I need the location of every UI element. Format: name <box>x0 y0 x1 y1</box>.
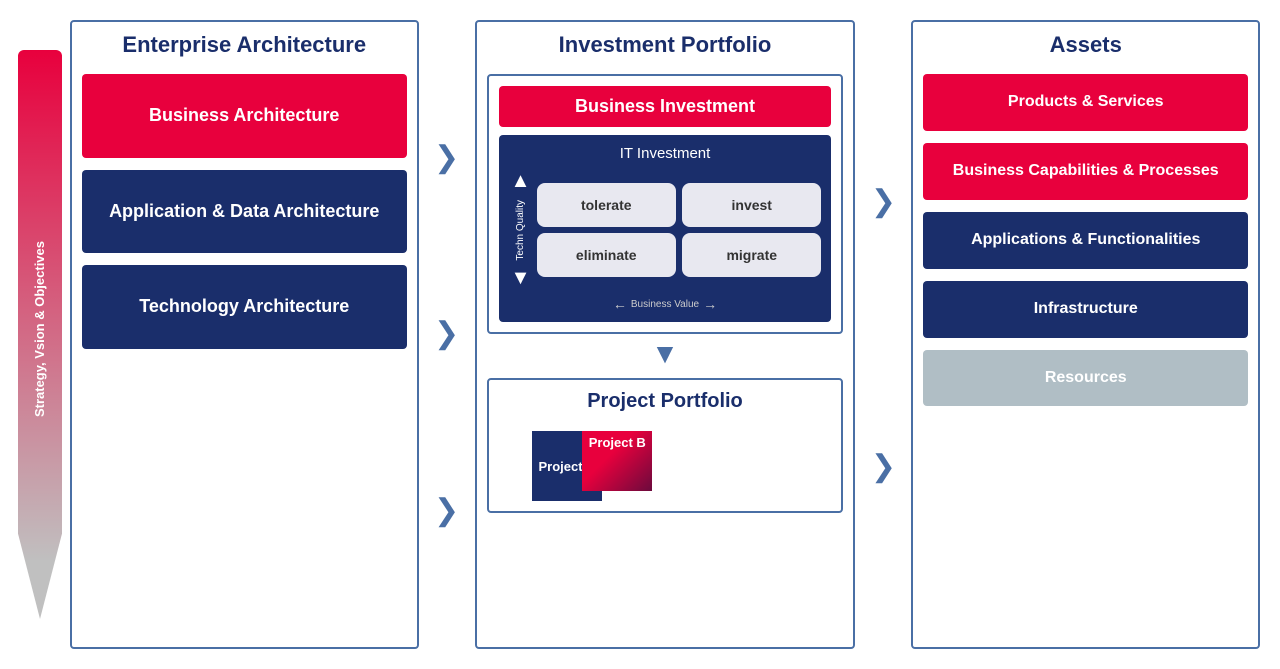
vertical-arrow-label: ▲ Techn Quality ▼ <box>509 170 533 290</box>
business-investment-bar: Business Investment <box>499 86 832 127</box>
arrow-ea-to-ip-mid: ❯ <box>434 319 459 349</box>
quadrant-area: ▲ Techn Quality ▼ tolerate invest elimin… <box>509 170 822 290</box>
assets-title: Assets <box>1050 32 1122 58</box>
investment-top-box: Business Investment IT Investment ▲ Tech… <box>487 74 844 334</box>
mid-down-arrow: ▼ <box>487 338 844 370</box>
assets-column: Assets Products & Services Business Capa… <box>911 20 1260 649</box>
bv-text: Business Value <box>631 299 699 310</box>
arrow-ip-to-assets-bot: ❯ <box>871 452 896 482</box>
technology-architecture-box: Technology Architecture <box>82 265 407 348</box>
arrow-ea-to-ip-bot: ❯ <box>434 496 459 526</box>
arrow-ea-to-ip-top: ❯ <box>434 143 459 173</box>
diagram-container: Strategy, Vsion & Objectives Enterprise … <box>10 10 1270 659</box>
quadrant-tolerate: tolerate <box>537 183 676 227</box>
it-investment-title: IT Investment <box>620 145 711 162</box>
business-value-label: ← Business Value → <box>613 296 717 312</box>
tech-quality-label: Techn Quality <box>515 200 526 261</box>
business-architecture-box: Business Architecture <box>82 74 407 157</box>
applications-functionalities-box: Applications & Functionalities <box>923 212 1248 269</box>
app-data-architecture-box: Application & Data Architecture <box>82 170 407 253</box>
projects-area: Project A Project B <box>532 421 798 501</box>
it-investment-box: IT Investment ▲ Techn Quality ▼ tolerate <box>499 135 832 322</box>
vertical-label-container: Strategy, Vsion & Objectives <box>10 10 70 659</box>
columns-wrapper: Enterprise Architecture Business Archite… <box>70 10 1270 659</box>
project-portfolio-box: Project Portfolio Project A Project B <box>487 378 844 513</box>
connector-ea-ip: ❯ ❯ ❯ <box>429 20 465 649</box>
down-arrow-icon: ▼ <box>511 267 531 290</box>
connector-ip-assets: ❯ ❯ <box>865 20 901 649</box>
project-b-box: Project B <box>582 431 652 491</box>
strategy-label: Strategy, Vsion & Objectives <box>32 241 48 417</box>
ip-title: Investment Portfolio <box>559 32 772 58</box>
quadrant-eliminate: eliminate <box>537 233 676 277</box>
pp-title: Project Portfolio <box>587 390 743 413</box>
investment-portfolio-column: Investment Portfolio Business Investment… <box>475 20 856 649</box>
arrow-ip-to-assets-top: ❯ <box>871 187 896 217</box>
vertical-label-text: Strategy, Vsion & Objectives <box>20 60 60 599</box>
quadrant-grid: tolerate invest eliminate migrate <box>537 183 822 277</box>
ea-title: Enterprise Architecture <box>122 32 366 58</box>
business-capabilities-box: Business Capabilities & Processes <box>923 143 1248 200</box>
enterprise-architecture-column: Enterprise Architecture Business Archite… <box>70 20 419 649</box>
up-arrow-icon: ▲ <box>511 170 531 193</box>
quadrant-invest: invest <box>682 183 821 227</box>
quadrant-migrate: migrate <box>682 233 821 277</box>
bv-arrow-left: ← <box>613 296 627 312</box>
middle-column-inner: Business Investment IT Investment ▲ Tech… <box>487 74 844 513</box>
resources-box: Resources <box>923 350 1248 407</box>
bv-arrow-right: → <box>703 296 717 312</box>
infrastructure-box: Infrastructure <box>923 281 1248 338</box>
products-services-box: Products & Services <box>923 74 1248 131</box>
